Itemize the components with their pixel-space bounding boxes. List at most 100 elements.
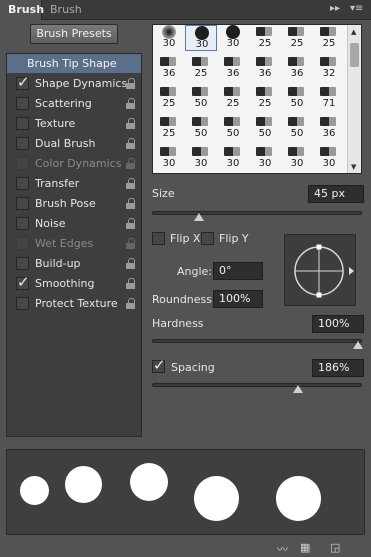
panel-menu-icon[interactable]: ▾≡ <box>350 3 363 14</box>
option-item[interactable]: Scattering <box>7 94 141 114</box>
option-item[interactable]: Protect Texture <box>7 294 141 314</box>
option-checkbox[interactable] <box>16 157 29 170</box>
brush-tip-cell[interactable]: 36 <box>217 55 249 81</box>
brush-tip-cell[interactable]: 36 <box>281 55 313 81</box>
lock-icon[interactable] <box>126 78 135 89</box>
brush-tip-cell[interactable]: 30 <box>249 145 281 171</box>
spacing-slider-thumb[interactable] <box>293 385 304 393</box>
option-checkbox[interactable] <box>16 97 29 110</box>
grid-view-icon[interactable]: ▦ <box>300 541 310 554</box>
hardness-slider-thumb[interactable] <box>353 341 363 349</box>
size-field[interactable]: 45 px <box>308 185 364 203</box>
brush-tip-cell[interactable]: 25 <box>185 55 217 81</box>
collapse-icon[interactable]: ▸▸ <box>330 3 340 14</box>
tab-brush-presets[interactable]: Brush Presets <box>42 0 120 35</box>
option-label: Color Dynamics <box>35 157 122 170</box>
option-item[interactable]: Brush Pose <box>7 194 141 214</box>
option-item[interactable]: Transfer <box>7 174 141 194</box>
brush-tip-cell[interactable]: 25 <box>281 25 313 51</box>
lock-icon[interactable] <box>126 218 135 229</box>
brush-tip-cell[interactable]: 30 <box>153 145 185 171</box>
lock-icon[interactable] <box>126 118 135 129</box>
option-checkbox[interactable] <box>16 73 30 91</box>
brush-tip-cell[interactable]: 50 <box>281 115 313 141</box>
lock-icon[interactable] <box>126 178 135 189</box>
lock-icon[interactable] <box>126 198 135 209</box>
brush-tip-cell[interactable]: 30 <box>185 145 217 171</box>
spacing-slider-track[interactable] <box>152 383 362 387</box>
brush-tip-cell[interactable]: 50 <box>217 115 249 141</box>
flip-y-checkbox[interactable] <box>201 232 214 245</box>
option-item[interactable]: Smoothing <box>7 273 141 294</box>
lock-icon[interactable] <box>126 238 135 249</box>
option-item[interactable]: Shape Dynamics <box>7 73 141 94</box>
brush-tip-shape-item[interactable]: Brush Tip Shape <box>7 54 141 73</box>
brush-tip-cell[interactable]: 25 <box>249 25 281 51</box>
option-checkbox[interactable] <box>16 217 29 230</box>
option-item[interactable]: Color Dynamics <box>7 154 141 174</box>
brush-size-label: 30 <box>226 158 240 169</box>
brush-tip-cell[interactable]: 25 <box>153 115 185 141</box>
option-item[interactable]: Dual Brush <box>7 134 141 154</box>
brush-tip-cell[interactable]: 36 <box>313 115 345 141</box>
brush-tip-grid[interactable]: 30 30 30 25 25 25 36 25 36 36 36 32 25 50 25 25 50 71 25 50… <box>152 24 362 174</box>
brush-tip-cell[interactable]: 30 <box>217 145 249 171</box>
brush-presets-button[interactable]: Brush Presets <box>30 24 118 44</box>
lock-icon[interactable] <box>126 158 135 169</box>
option-checkbox[interactable] <box>16 117 29 130</box>
option-checkbox[interactable] <box>16 237 29 250</box>
brush-tip-cell[interactable]: 30 <box>281 145 313 171</box>
brush-tip-cell[interactable]: 36 <box>153 55 185 81</box>
brush-tip-cell[interactable]: 50 <box>281 85 313 111</box>
tab-brush[interactable]: Brush <box>0 0 44 20</box>
option-item[interactable]: Texture <box>7 114 141 134</box>
roundness-field[interactable]: 100% <box>213 290 263 308</box>
brush-tip-cell[interactable]: 25 <box>153 85 185 111</box>
option-checkbox[interactable] <box>16 257 29 270</box>
brush-tip-cell[interactable]: 50 <box>185 85 217 111</box>
lock-icon[interactable] <box>126 138 135 149</box>
scroll-down-icon[interactable]: ▼ <box>351 163 356 171</box>
spacing-field[interactable]: 186% <box>312 359 364 377</box>
size-slider-thumb[interactable] <box>194 213 205 221</box>
brush-size-label: 50 <box>226 128 240 139</box>
lock-icon[interactable] <box>126 278 135 289</box>
brush-tip-cell[interactable]: 30 <box>153 25 185 51</box>
option-checkbox[interactable] <box>16 273 30 291</box>
lock-icon[interactable] <box>126 98 135 109</box>
option-checkbox[interactable] <box>16 297 29 310</box>
hardness-slider-track[interactable] <box>152 339 362 343</box>
angle-roundness-control[interactable] <box>284 234 356 306</box>
spacing-checkbox[interactable] <box>152 356 166 374</box>
brush-tip-cell[interactable]: 50 <box>249 115 281 141</box>
brush-tip-cell[interactable]: 25 <box>217 85 249 111</box>
option-checkbox[interactable] <box>16 177 29 190</box>
brush-tip-cell[interactable]: 36 <box>249 55 281 81</box>
size-slider-track[interactable] <box>152 211 362 215</box>
toggle-live-tip-icon[interactable]: 〰 <box>277 541 288 557</box>
scroll-thumb[interactable] <box>350 43 359 67</box>
lock-icon[interactable] <box>126 258 135 269</box>
option-item[interactable]: Build-up <box>7 254 141 274</box>
brush-tip-cell[interactable]: 71 <box>313 85 345 111</box>
brush-tip-cell[interactable]: 25 <box>249 85 281 111</box>
preview-dot <box>276 476 321 521</box>
option-item[interactable]: Noise <box>7 214 141 234</box>
option-checkbox[interactable] <box>16 137 29 150</box>
brush-tip-icon <box>224 147 240 156</box>
option-item[interactable]: Wet Edges <box>7 234 141 254</box>
scroll-up-icon[interactable]: ▲ <box>351 28 356 36</box>
hardness-field[interactable]: 100% <box>312 315 364 333</box>
brush-tip-cell[interactable]: 30 <box>185 25 217 51</box>
flip-x-checkbox[interactable] <box>152 232 165 245</box>
brush-tip-cell[interactable]: 30 <box>313 145 345 171</box>
lock-icon[interactable] <box>126 298 135 309</box>
brush-tip-cell[interactable]: 32 <box>313 55 345 81</box>
brush-tip-cell[interactable]: 25 <box>313 25 345 51</box>
new-brush-icon[interactable]: ◲ <box>330 541 340 554</box>
grid-scrollbar[interactable]: ▲ ▼ <box>347 25 361 173</box>
brush-tip-cell[interactable]: 30 <box>217 25 249 51</box>
angle-field[interactable]: 0° <box>213 262 263 280</box>
option-checkbox[interactable] <box>16 197 29 210</box>
brush-tip-cell[interactable]: 50 <box>185 115 217 141</box>
